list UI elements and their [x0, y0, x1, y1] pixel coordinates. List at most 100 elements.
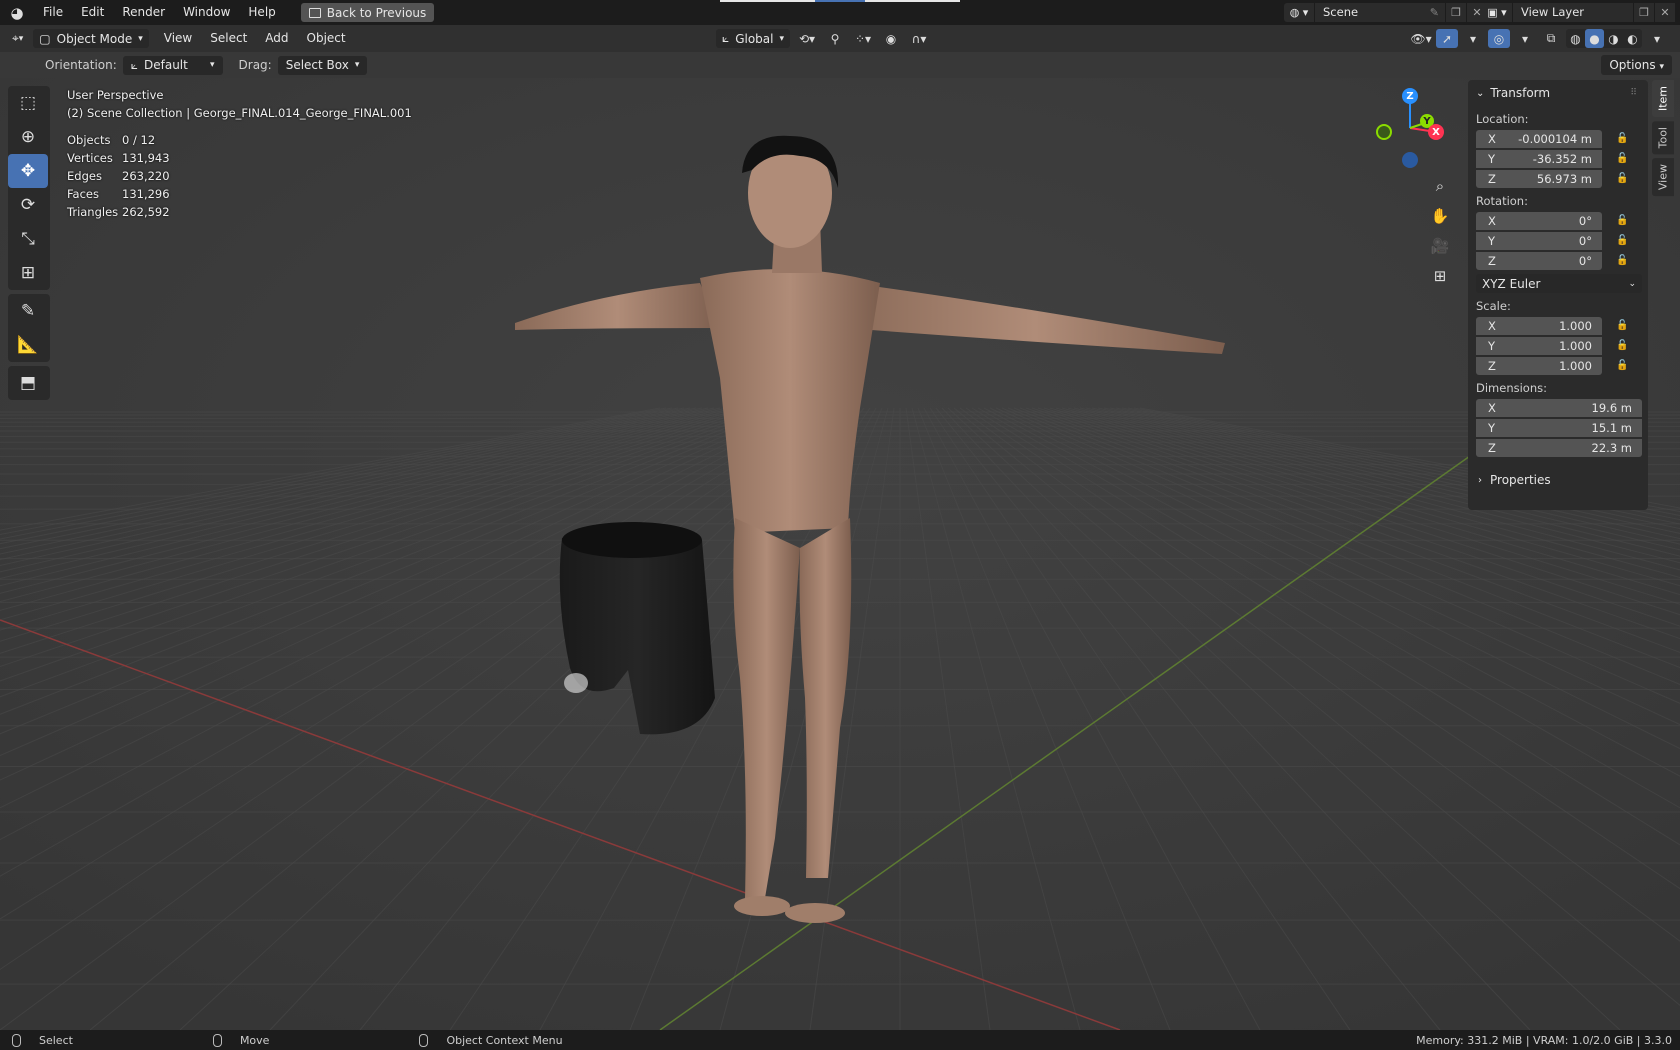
scene-type-icon[interactable]: ◍ ▾	[1284, 3, 1314, 22]
gizmo-neg-x[interactable]	[1376, 124, 1392, 140]
tab-item[interactable]: Item	[1652, 80, 1674, 118]
menu-view[interactable]: View	[155, 25, 201, 52]
transform-icon[interactable]: ⊞	[8, 256, 48, 290]
annotate-icon[interactable]: ✎	[8, 294, 48, 328]
location-z-field[interactable]: Z 56.973 m	[1476, 169, 1602, 188]
gizmo-dropdown-icon[interactable]: ▾	[1462, 29, 1484, 48]
pivot-point-icon[interactable]: ⟲▾	[796, 29, 818, 48]
stat-key: Triangles	[67, 205, 119, 219]
view-layer-name-field[interactable]: View Layer	[1513, 3, 1633, 22]
dimensions-y-row: Y 15.1 m	[1476, 418, 1648, 437]
field-value: 0°	[1578, 233, 1592, 248]
move-icon[interactable]: ✥	[8, 154, 48, 188]
stat-key: Edges	[67, 169, 102, 183]
scale-icon[interactable]: ⤡	[8, 222, 48, 256]
lock-icon[interactable]: 🔓	[1616, 320, 1628, 331]
lock-icon[interactable]: 🔓	[1616, 215, 1628, 226]
lock-icon[interactable]: 🔓	[1616, 235, 1628, 246]
cursor-icon[interactable]: ⊕	[8, 120, 48, 154]
scene-selector: ◍ ▾ Scene ✎ ❐ ✕	[1284, 3, 1487, 22]
visibility-icon[interactable]: 👁▾	[1410, 29, 1432, 48]
location-y-field[interactable]: Y -36.352 m	[1476, 149, 1602, 168]
new-scene-icon[interactable]: ❐	[1446, 3, 1466, 22]
xray-icon[interactable]: ⧉	[1540, 29, 1562, 48]
orientation-setting-select[interactable]: ⟀ Default ▾	[122, 55, 223, 75]
overlays-dropdown-icon[interactable]: ▾	[1514, 29, 1536, 48]
gizmo-z-axis[interactable]: Z	[1402, 88, 1418, 104]
rotate-icon[interactable]: ⟳	[8, 188, 48, 222]
overlays-toggle-icon[interactable]: ◎	[1488, 29, 1510, 48]
pan-hand-icon[interactable]: ✋	[1426, 202, 1454, 230]
lock-icon[interactable]: 🔓	[1616, 133, 1628, 144]
dimensions-x-row: X 19.6 m	[1476, 398, 1648, 417]
snap-target-icon[interactable]: ⁘▾	[852, 29, 874, 48]
scale-z-field[interactable]: Z 1.000	[1476, 356, 1602, 375]
wireframe-shading-icon[interactable]: ◍	[1566, 29, 1585, 48]
chevron-down-icon: ⌄	[1628, 278, 1636, 289]
navigation-gizmo[interactable]: Z Y X	[1370, 84, 1444, 172]
tab-tool[interactable]: Tool	[1652, 121, 1674, 155]
solid-shading-icon[interactable]: ●	[1585, 29, 1604, 48]
material-shading-icon[interactable]: ◑	[1604, 29, 1623, 48]
menu-window[interactable]: Window	[174, 0, 239, 25]
add-cube-icon[interactable]: ⬒	[8, 366, 48, 400]
lock-icon[interactable]: 🔓	[1616, 173, 1628, 184]
lock-icon[interactable]: 🔓	[1616, 360, 1628, 371]
gizmo-x-axis[interactable]: X	[1428, 124, 1444, 140]
transform-panel-header[interactable]: ⌄ Transform ⠿	[1468, 80, 1648, 106]
rotation-z-field[interactable]: Z 0°	[1476, 251, 1602, 270]
menu-select[interactable]: Select	[201, 25, 256, 52]
menu-edit[interactable]: Edit	[72, 0, 113, 25]
perspective-label: User Perspective	[67, 88, 164, 102]
menu-help[interactable]: Help	[239, 0, 284, 25]
rotation-y-field[interactable]: Y 0°	[1476, 231, 1602, 250]
toolbar-group-transform: ⬚ ⊕ ✥ ⟳ ⤡ ⊞	[8, 86, 50, 290]
properties-panel-header[interactable]: › Properties	[1468, 467, 1648, 493]
camera-icon[interactable]: 🎥	[1426, 232, 1454, 260]
blender-logo-icon[interactable]: ◕	[0, 0, 34, 25]
scale-y-field[interactable]: Y 1.000	[1476, 336, 1602, 355]
location-x-field[interactable]: X -0.000104 m	[1476, 129, 1602, 148]
tab-view[interactable]: View	[1652, 158, 1674, 197]
dimensions-y-field[interactable]: Y 15.1 m	[1476, 418, 1642, 437]
new-view-layer-icon[interactable]: ❐	[1634, 3, 1654, 22]
drag-grip-icon[interactable]: ⠿	[1630, 88, 1638, 98]
scale-x-field[interactable]: X 1.000	[1476, 316, 1602, 335]
falloff-icon[interactable]: ∩▾	[908, 29, 930, 48]
lock-icon[interactable]: 🔓	[1616, 255, 1628, 266]
back-to-previous-button[interactable]: Back to Previous	[300, 3, 435, 22]
view-layer-type-icon[interactable]: ▣ ▾	[1482, 3, 1512, 22]
transform-orientation-select[interactable]: ⟀ Global ▾	[716, 29, 791, 48]
delete-view-layer-icon[interactable]: ✕	[1655, 3, 1675, 22]
gizmo-toggle-icon[interactable]: ➚	[1436, 29, 1458, 48]
field-value: 0°	[1578, 213, 1592, 228]
perspective-grid-icon[interactable]: ⊞	[1426, 262, 1454, 290]
axis-label: Y	[1488, 420, 1496, 435]
dimensions-z-field[interactable]: Z 22.3 m	[1476, 438, 1642, 457]
zoom-icon[interactable]: ⌕	[1426, 172, 1454, 200]
pin-icon[interactable]: ✎	[1430, 3, 1439, 22]
menu-object[interactable]: Object	[298, 25, 355, 52]
snap-icon[interactable]: ⚲	[824, 29, 846, 48]
menu-add[interactable]: Add	[256, 25, 297, 52]
navigation-buttons: ⌕ ✋ 🎥 ⊞	[1426, 172, 1454, 292]
scene-name-field[interactable]: Scene ✎	[1315, 3, 1445, 22]
shading-dropdown-icon[interactable]: ▾	[1646, 29, 1668, 48]
options-button[interactable]: Options ▾	[1601, 55, 1672, 75]
proportional-edit-icon[interactable]: ◉	[880, 29, 902, 48]
measure-icon[interactable]: 📐	[8, 328, 48, 362]
lock-icon[interactable]: 🔓	[1616, 153, 1628, 164]
rendered-shading-icon[interactable]: ◐	[1623, 29, 1642, 48]
rotation-x-field[interactable]: X 0°	[1476, 211, 1602, 230]
menu-render[interactable]: Render	[113, 0, 174, 25]
workspace-tabs-strip[interactable]	[720, 0, 960, 2]
dimensions-x-field[interactable]: X 19.6 m	[1476, 398, 1642, 417]
drag-setting-select[interactable]: Select Box ▾	[277, 55, 368, 75]
lock-icon[interactable]: 🔓	[1616, 340, 1628, 351]
select-box-icon[interactable]: ⬚	[8, 86, 48, 120]
editor-type-button[interactable]: ⌖ ▾	[6, 29, 29, 48]
mode-select[interactable]: ▢ Object Mode ▾	[33, 29, 149, 48]
gizmo-neg-z[interactable]	[1402, 152, 1418, 168]
rotation-mode-select[interactable]: XYZ Euler ⌄	[1476, 274, 1642, 293]
menu-file[interactable]: File	[34, 0, 72, 25]
